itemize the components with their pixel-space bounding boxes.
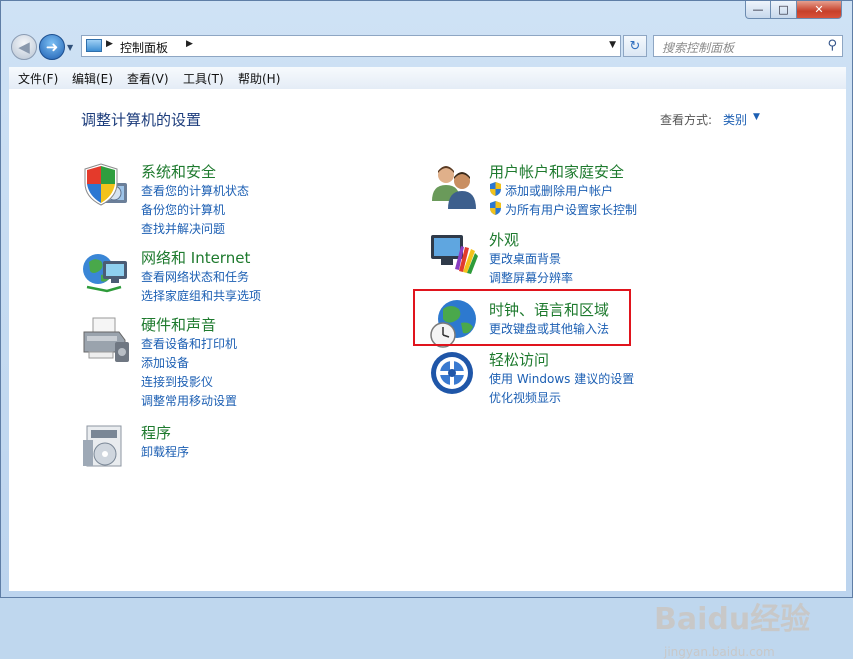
link-uninstall-program[interactable]: 卸载程序	[141, 443, 189, 460]
menu-view[interactable]: 查看(V)	[127, 70, 169, 87]
category-title[interactable]: 网络和 Internet	[141, 247, 250, 268]
link-windows-suggested-settings[interactable]: 使用 Windows 建议的设置	[489, 370, 634, 387]
ease-of-access-icon	[431, 352, 473, 394]
view-by-label: 查看方式:	[660, 113, 713, 127]
users-icon	[432, 166, 476, 209]
content-area: 调整计算机的设置 查看方式: 类别 ▼ 系统和安全 查看您的计算机状态 备份您的…	[9, 89, 846, 659]
category-title[interactable]: 外观	[489, 229, 519, 250]
search-input[interactable]: 搜索控制面板 ⚲	[653, 35, 843, 57]
control-panel-icon	[86, 39, 102, 52]
navigation-bar: ◀ ➜ ▼ ▶ 控制面板 ▶ ▼ ↻ 搜索控制面板 ⚲	[1, 29, 852, 65]
forward-button[interactable]: ➜	[39, 34, 65, 60]
category-title[interactable]: 轻松访问	[489, 349, 549, 370]
breadcrumb-chevron-icon[interactable]: ▶	[106, 39, 113, 49]
link-view-computer-status[interactable]: 查看您的计算机状态	[141, 182, 249, 199]
programs-icon	[83, 425, 122, 467]
chevron-down-icon[interactable]: ▼	[753, 112, 760, 122]
uac-shield-icon	[490, 201, 501, 215]
address-bar[interactable]: ▶ 控制面板 ▶ ▼	[81, 35, 621, 57]
minimize-button[interactable]: —	[745, 1, 771, 19]
printer-icon	[83, 317, 129, 362]
link-add-device[interactable]: 添加设备	[141, 354, 189, 371]
uac-shield-icon	[490, 182, 501, 196]
link-devices-printers[interactable]: 查看设备和打印机	[141, 335, 237, 352]
menu-file[interactable]: 文件(F)	[18, 70, 58, 87]
watermark-logo: Baidu经验	[654, 602, 811, 637]
category-title[interactable]: 系统和安全	[141, 161, 216, 182]
link-network-status[interactable]: 查看网络状态和任务	[141, 268, 249, 285]
control-panel-window: — □ ✕ ◀ ➜ ▼ ▶ 控制面板 ▶ ▼ ↻ 搜索控制面板 ⚲ 文件(F) …	[0, 0, 853, 659]
link-mobility-settings[interactable]: 调整常用移动设置	[141, 392, 237, 409]
view-by-dropdown[interactable]: 类别	[723, 111, 747, 128]
monitor-palette-icon	[431, 235, 478, 274]
link-add-remove-accounts[interactable]: 添加或删除用户帐户	[505, 182, 613, 199]
back-button[interactable]: ◀	[11, 34, 37, 60]
category-title[interactable]: 硬件和声音	[141, 314, 216, 335]
watermark-url: jingyan.baidu.com	[664, 645, 775, 659]
menu-edit[interactable]: 编辑(E)	[72, 70, 113, 87]
shield-computer-icon	[84, 163, 127, 206]
close-button[interactable]: ✕	[796, 1, 842, 19]
title-bar: — □ ✕	[1, 1, 852, 27]
search-placeholder: 搜索控制面板	[662, 41, 735, 55]
breadcrumb-control-panel[interactable]: 控制面板	[120, 39, 168, 56]
link-adjust-resolution[interactable]: 调整屏幕分辨率	[489, 269, 573, 286]
menu-help[interactable]: 帮助(H)	[238, 70, 280, 87]
menu-bar: 文件(F) 编辑(E) 查看(V) 工具(T) 帮助(H)	[9, 67, 846, 90]
highlight-box	[413, 289, 631, 346]
link-connect-projector[interactable]: 连接到投影仪	[141, 373, 213, 390]
search-icon[interactable]: ⚲	[827, 38, 837, 53]
category-title[interactable]: 用户帐户和家庭安全	[489, 161, 624, 182]
maximize-button[interactable]: □	[770, 1, 797, 19]
recent-pages-dropdown[interactable]: ▼	[67, 43, 73, 52]
address-dropdown-icon[interactable]: ▼	[609, 40, 616, 50]
link-find-fix-problems[interactable]: 查找并解决问题	[141, 220, 225, 237]
refresh-button[interactable]: ↻	[623, 35, 647, 57]
link-optimize-display[interactable]: 优化视频显示	[489, 389, 561, 406]
menu-tools[interactable]: 工具(T)	[183, 70, 224, 87]
link-homegroup-sharing[interactable]: 选择家庭组和共享选项	[141, 287, 261, 304]
link-backup-computer[interactable]: 备份您的计算机	[141, 201, 225, 218]
link-change-desktop-background[interactable]: 更改桌面背景	[489, 250, 561, 267]
link-parental-controls[interactable]: 为所有用户设置家长控制	[505, 201, 637, 218]
network-globe-icon	[83, 254, 127, 293]
category-title[interactable]: 程序	[141, 422, 171, 443]
breadcrumb-chevron-icon[interactable]: ▶	[186, 39, 193, 49]
page-title: 调整计算机的设置	[81, 111, 202, 129]
